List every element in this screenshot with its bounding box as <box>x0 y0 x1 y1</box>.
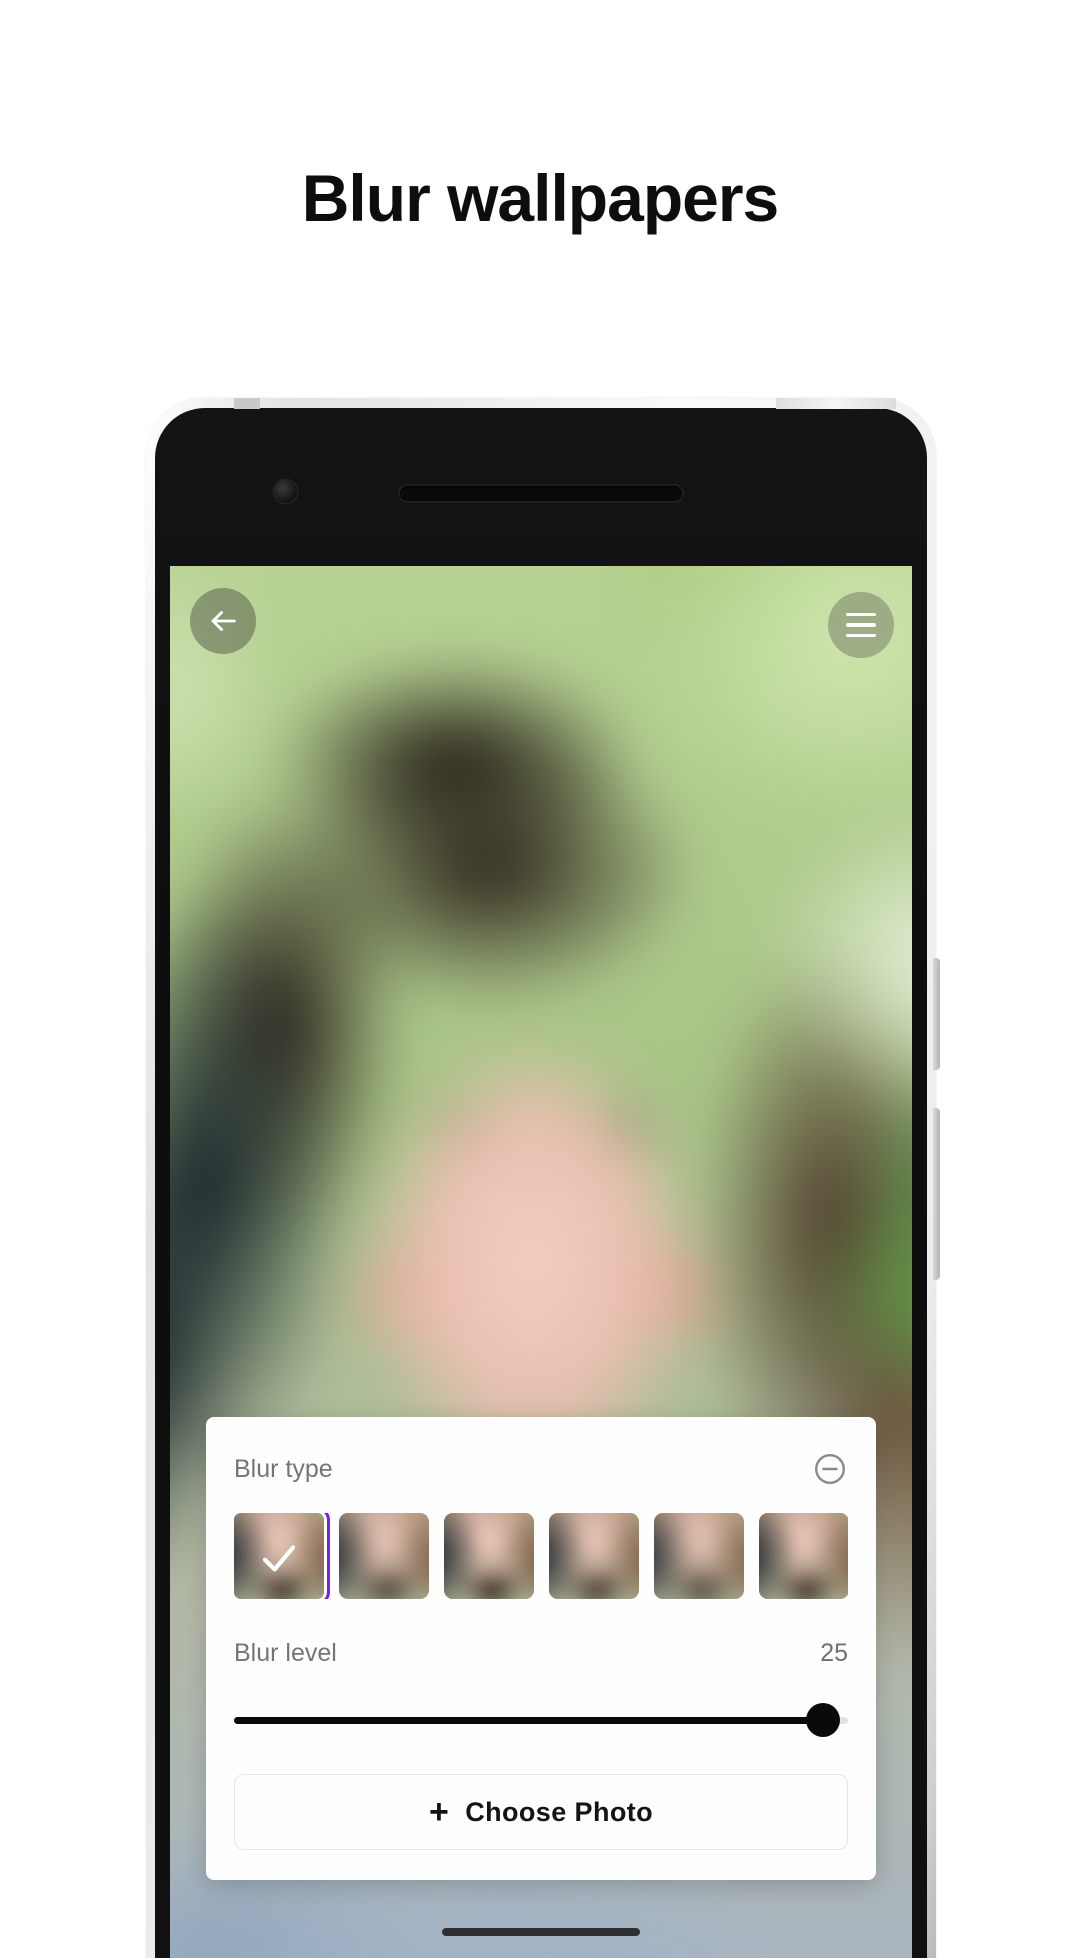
thumbnail-preview <box>444 1513 534 1599</box>
thumbnail-preview <box>654 1513 744 1599</box>
front-camera-icon <box>274 480 297 503</box>
volume-button[interactable] <box>933 1108 940 1280</box>
blur-style-thumbnail-2[interactable] <box>339 1513 429 1599</box>
menu-button[interactable] <box>828 592 894 658</box>
thumbnail-preview <box>549 1513 639 1599</box>
phone-screen: Blur type Blur level 25 + Choose Photo <box>170 566 912 1958</box>
arrow-left-icon <box>211 611 236 631</box>
thumbnail-preview <box>339 1513 429 1599</box>
blur-level-label: Blur level <box>234 1639 337 1667</box>
blur-level-value: 25 <box>820 1639 848 1667</box>
blur-style-thumbnail-1[interactable] <box>234 1513 330 1599</box>
power-button[interactable] <box>933 958 940 1070</box>
earpiece-speaker-icon <box>400 486 682 501</box>
blur-style-thumbnail-3[interactable] <box>444 1513 534 1599</box>
blur-level-header: Blur level 25 <box>234 1639 848 1668</box>
blur-style-thumbnail-6[interactable] <box>759 1513 848 1599</box>
hamburger-menu-icon <box>846 612 876 638</box>
choose-photo-button[interactable]: + Choose Photo <box>234 1774 848 1850</box>
blur-type-header: Blur type <box>234 1451 848 1487</box>
antenna-line-right <box>776 398 896 409</box>
blur-type-thumbnail-list[interactable] <box>234 1513 848 1599</box>
home-gesture-bar[interactable] <box>442 1928 640 1936</box>
minus-circle-icon[interactable] <box>812 1451 848 1487</box>
blur-settings-sheet: Blur type Blur level 25 + Choose Photo <box>206 1417 876 1880</box>
slider-fill <box>234 1717 824 1724</box>
plus-icon: + <box>428 1793 450 1831</box>
blur-level-slider[interactable] <box>234 1703 848 1737</box>
thumbnail-preview <box>759 1513 848 1599</box>
phone-mockup: Blur type Blur level 25 + Choose Photo <box>146 398 940 1958</box>
slider-thumb[interactable] <box>806 1703 841 1737</box>
blur-type-label: Blur type <box>234 1454 333 1483</box>
check-icon <box>262 1545 296 1572</box>
blur-style-thumbnail-4[interactable] <box>549 1513 639 1599</box>
choose-photo-label: Choose Photo <box>465 1796 654 1827</box>
back-button[interactable] <box>190 588 256 654</box>
blur-style-thumbnail-5[interactable] <box>654 1513 744 1599</box>
antenna-line-left <box>234 398 260 409</box>
page-title: Blur wallpapers <box>301 161 780 235</box>
